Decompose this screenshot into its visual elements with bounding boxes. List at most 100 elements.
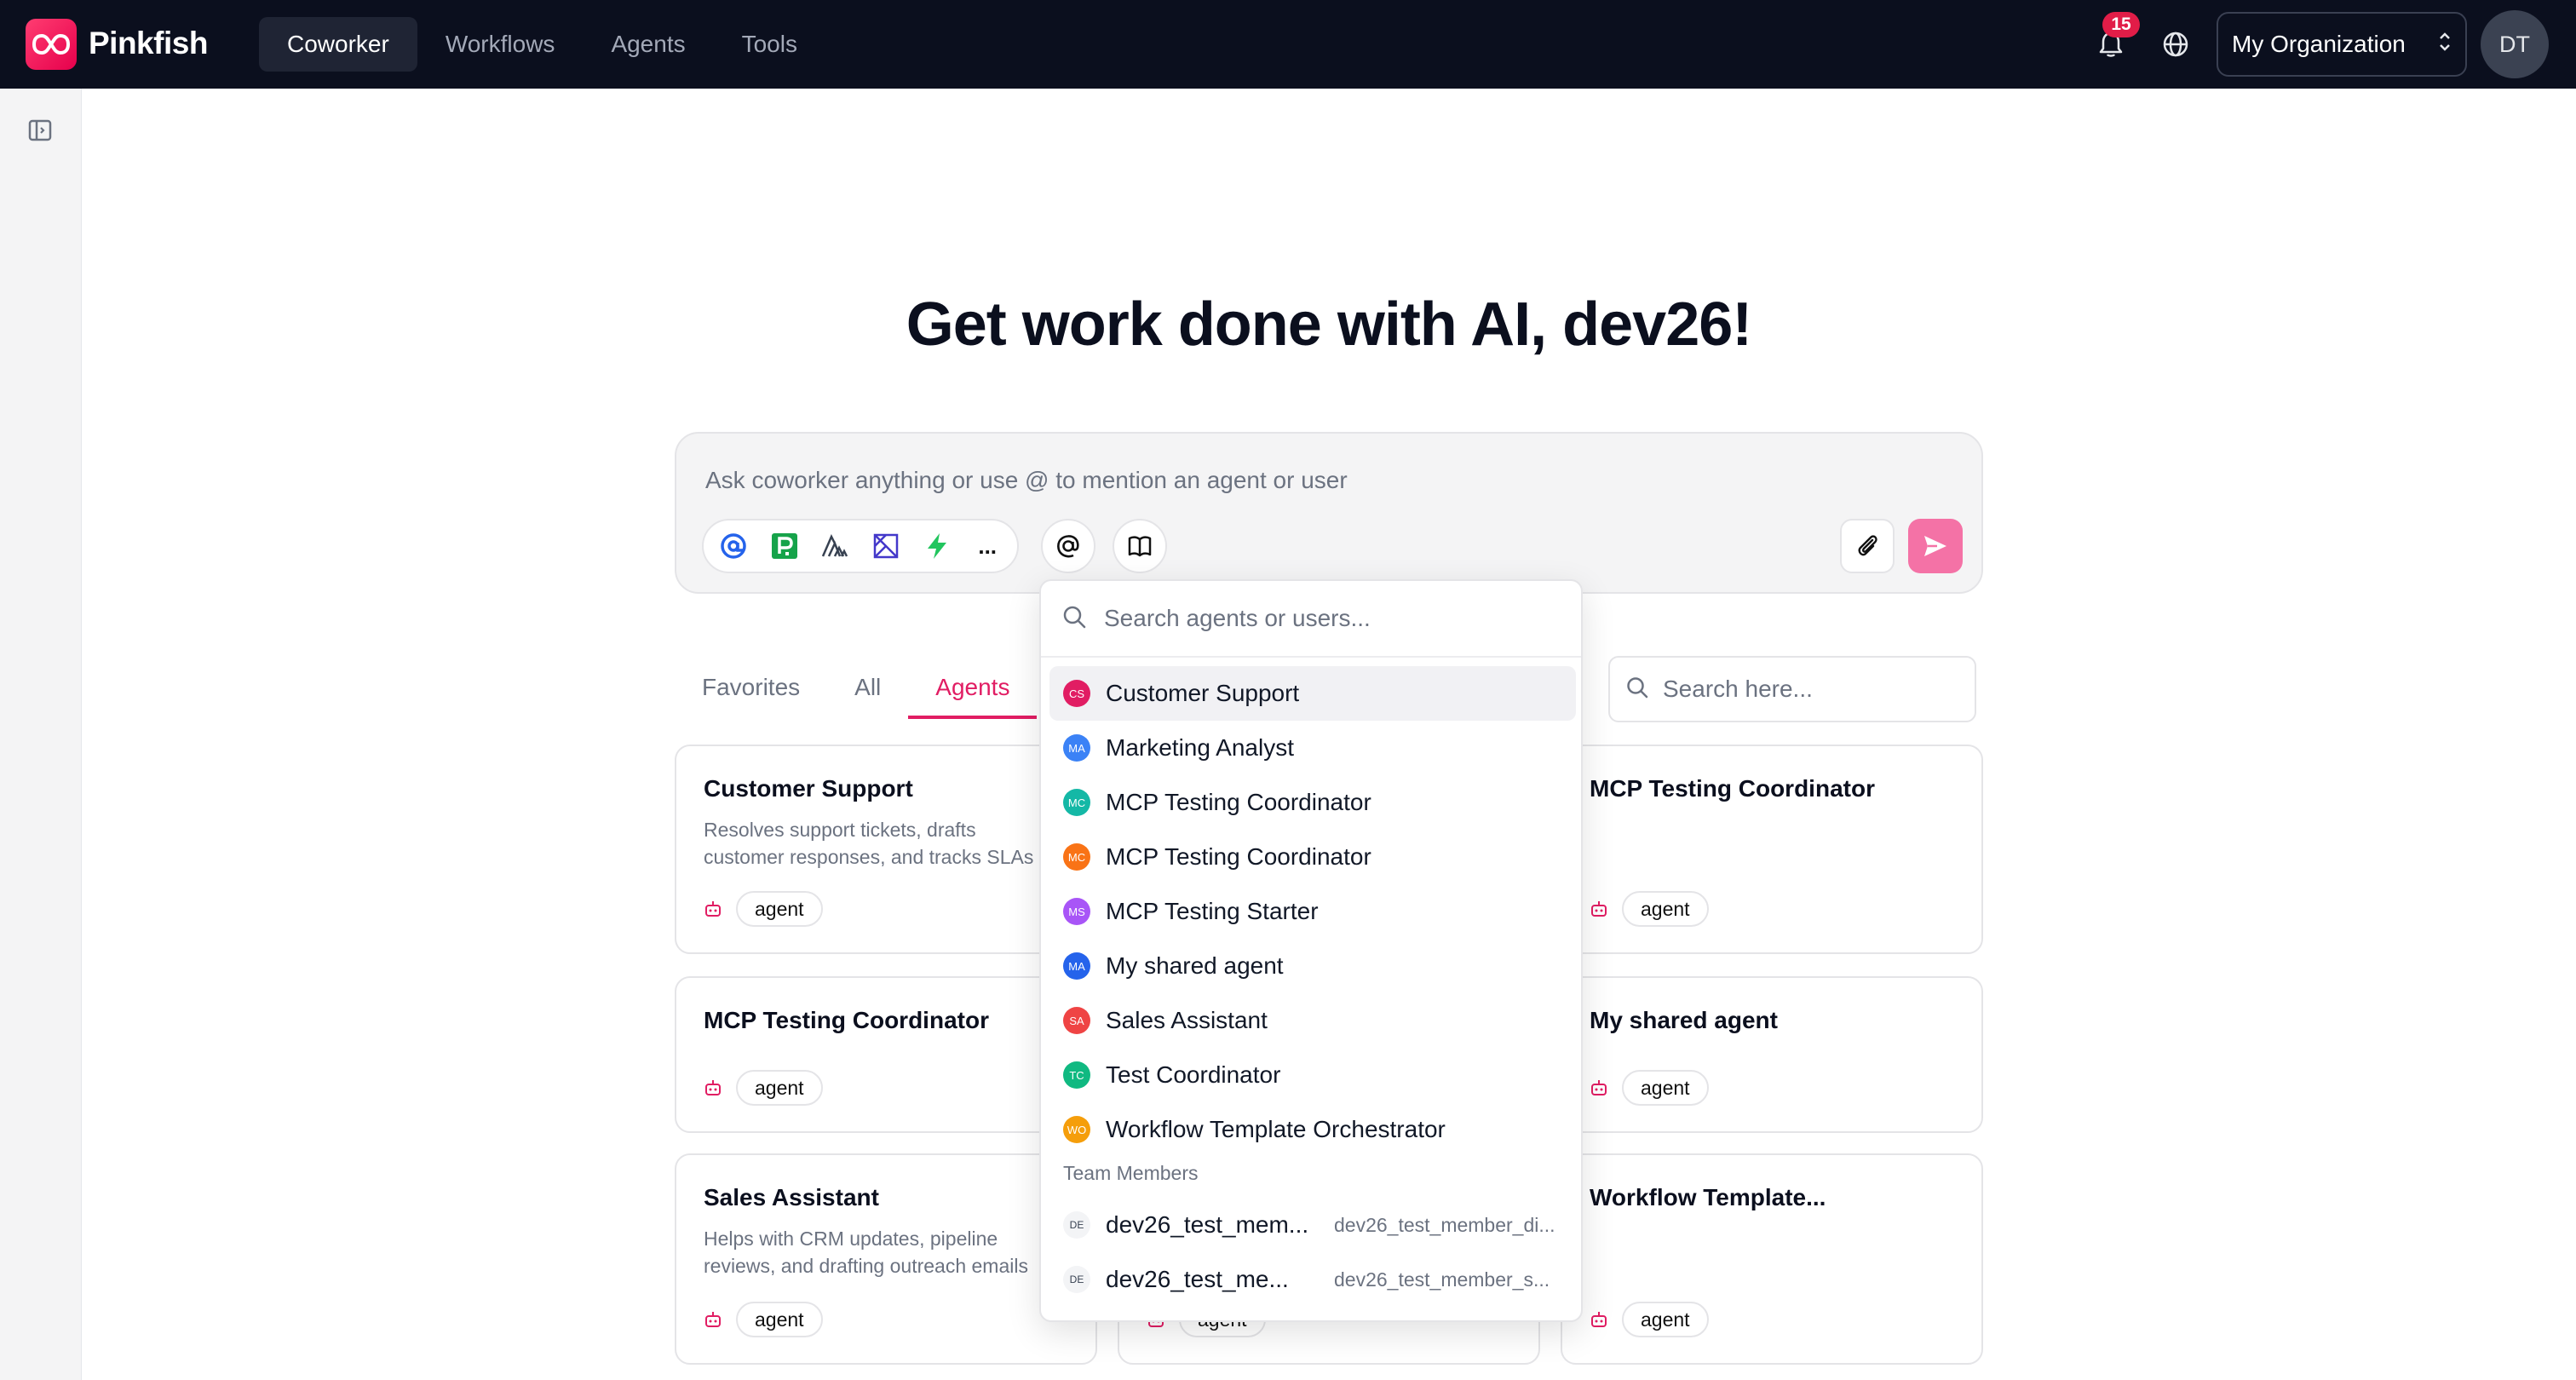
- list-item[interactable]: WO Workflow Template Orchestrator: [1049, 1102, 1576, 1157]
- mention-button[interactable]: [1041, 519, 1095, 573]
- list-item-label: Workflow Template Orchestrator: [1106, 1116, 1446, 1142]
- card-title: MCP Testing Coordinator: [1590, 775, 1875, 802]
- search-box: [1608, 656, 1976, 722]
- p-app-icon[interactable]: [763, 525, 806, 567]
- member-username: dev26_test_member_s...: [1334, 1268, 1550, 1291]
- nav-coworker[interactable]: Coworker: [259, 17, 417, 72]
- avatar: MC: [1063, 789, 1090, 816]
- list-item[interactable]: MA My shared agent: [1049, 939, 1576, 993]
- attach-button[interactable]: [1840, 519, 1895, 573]
- book-button[interactable]: [1113, 519, 1167, 573]
- mention-dropdown: CS Customer Support MA Marketing Analyst…: [1039, 579, 1583, 1322]
- avatar: DE: [1063, 1266, 1090, 1293]
- send-button[interactable]: [1908, 519, 1963, 573]
- list-item[interactable]: MC MCP Testing Coordinator: [1049, 775, 1576, 830]
- user-avatar[interactable]: DT: [2481, 10, 2549, 78]
- avatar: CS: [1063, 680, 1090, 707]
- type-badge: agent: [1622, 1302, 1709, 1337]
- list-item[interactable]: MS MCP Testing Starter: [1049, 884, 1576, 939]
- brand-name: Pinkfish: [89, 26, 208, 60]
- main-nav: Coworker Workflows Agents Tools: [259, 17, 825, 72]
- card-title: Customer Support: [704, 775, 913, 802]
- kiro-app-icon[interactable]: [865, 525, 907, 567]
- composer-input[interactable]: [705, 459, 1949, 502]
- type-badge: agent: [736, 1302, 823, 1337]
- sidebar: [0, 89, 82, 1380]
- sidebar-toggle-icon[interactable]: [27, 118, 55, 145]
- card-title: My shared agent: [1590, 1007, 1778, 1033]
- list-item-label: Marketing Analyst: [1106, 734, 1294, 761]
- robot-icon: [1591, 1080, 1607, 1095]
- dropdown-search: [1041, 581, 1581, 658]
- robot-icon: [705, 1080, 721, 1095]
- top-bar: Pinkfish Coworker Workflows Agents Tools…: [0, 0, 2576, 89]
- list-item-label: MCP Testing Coordinator: [1106, 843, 1371, 870]
- list-item[interactable]: CS Customer Support: [1049, 666, 1576, 721]
- agent-card[interactable]: Sales Assistant Helps with CRM updates, …: [675, 1153, 1097, 1365]
- org-selector[interactable]: My Organization: [2217, 12, 2467, 77]
- nav-agents[interactable]: Agents: [583, 17, 713, 72]
- list-item-label: MCP Testing Coordinator: [1106, 789, 1371, 815]
- type-badge: agent: [1622, 891, 1709, 927]
- member-name: dev26_test_me...: [1106, 1266, 1289, 1292]
- dropdown-search-input[interactable]: [1104, 605, 1564, 632]
- list-item[interactable]: DE dev26_test_mem... dev26_test_member_d…: [1049, 1198, 1576, 1252]
- list-item-label: My shared agent: [1106, 952, 1284, 979]
- avatar: DE: [1063, 1211, 1090, 1239]
- agent-card[interactable]: My shared agent agent: [1561, 976, 1983, 1133]
- card-title: Sales Assistant: [704, 1184, 879, 1210]
- globe-icon[interactable]: [2155, 24, 2196, 65]
- more-tools-button[interactable]: ...: [966, 525, 1009, 567]
- type-badge: agent: [736, 891, 823, 927]
- nav-tools[interactable]: Tools: [714, 17, 825, 72]
- search-input[interactable]: [1663, 676, 1952, 703]
- member-name: dev26_test_mem...: [1106, 1211, 1309, 1238]
- avatar: MC: [1063, 843, 1090, 871]
- agent-card[interactable]: MCP Testing Coordinator agent: [675, 976, 1097, 1133]
- robot-icon: [1591, 1312, 1607, 1327]
- avatar: WO: [1063, 1116, 1090, 1143]
- robot-icon: [705, 901, 721, 917]
- tab-all[interactable]: All: [827, 656, 908, 719]
- notification-badge: 15: [2102, 12, 2140, 37]
- avatar: MA: [1063, 952, 1090, 980]
- tab-agents[interactable]: Agents: [908, 656, 1038, 719]
- composer: ...: [675, 432, 1983, 594]
- list-item[interactable]: MC MCP Testing Coordinator: [1049, 830, 1576, 884]
- avatar: SA: [1063, 1007, 1090, 1034]
- mention-app-icon[interactable]: [712, 525, 755, 567]
- list-item[interactable]: DE dev26_test_me... dev26_test_member_s.…: [1049, 1252, 1576, 1307]
- waves-app-icon[interactable]: [814, 525, 856, 567]
- list-item-label: Sales Assistant: [1106, 1007, 1268, 1033]
- avatar: MA: [1063, 734, 1090, 762]
- card-title: Workflow Template...: [1590, 1184, 1826, 1210]
- robot-icon: [1591, 901, 1607, 917]
- nav-workflows[interactable]: Workflows: [417, 17, 584, 72]
- chevron-up-down-icon: [2438, 31, 2452, 59]
- list-item[interactable]: SA Sales Assistant: [1049, 993, 1576, 1048]
- agent-card[interactable]: MCP Testing Coordinator agent: [1561, 745, 1983, 954]
- page-title: Get work done with AI, dev26!: [906, 290, 1753, 359]
- agent-card[interactable]: Customer Support Resolves support ticket…: [675, 745, 1097, 954]
- robot-icon: [705, 1312, 721, 1327]
- type-badge: agent: [1622, 1070, 1709, 1106]
- card-description: Helps with CRM updates, pipeline reviews…: [704, 1228, 1028, 1277]
- card-description: Resolves support tickets, drafts custome…: [704, 819, 1034, 868]
- search-icon: [1061, 604, 1087, 634]
- card-title: MCP Testing Coordinator: [704, 1007, 989, 1033]
- bolt-app-icon[interactable]: [916, 525, 958, 567]
- org-label: My Organization: [2232, 31, 2406, 57]
- list-item[interactable]: TC Test Coordinator: [1049, 1048, 1576, 1102]
- pinkfish-logo-icon[interactable]: [26, 19, 77, 70]
- tool-group: ...: [702, 519, 1019, 573]
- member-username: dev26_test_member_di...: [1334, 1213, 1555, 1236]
- list-item-label: Customer Support: [1106, 680, 1300, 706]
- agent-list: CS Customer Support MA Marketing Analyst…: [1049, 666, 1576, 1157]
- agent-card[interactable]: Workflow Template... agent: [1561, 1153, 1983, 1365]
- type-badge: agent: [736, 1070, 823, 1106]
- member-list: DE dev26_test_mem... dev26_test_member_d…: [1049, 1198, 1576, 1307]
- search-icon: [1625, 676, 1649, 704]
- list-item[interactable]: MA Marketing Analyst: [1049, 721, 1576, 775]
- avatar: MS: [1063, 898, 1090, 925]
- tab-favorites[interactable]: Favorites: [675, 656, 827, 719]
